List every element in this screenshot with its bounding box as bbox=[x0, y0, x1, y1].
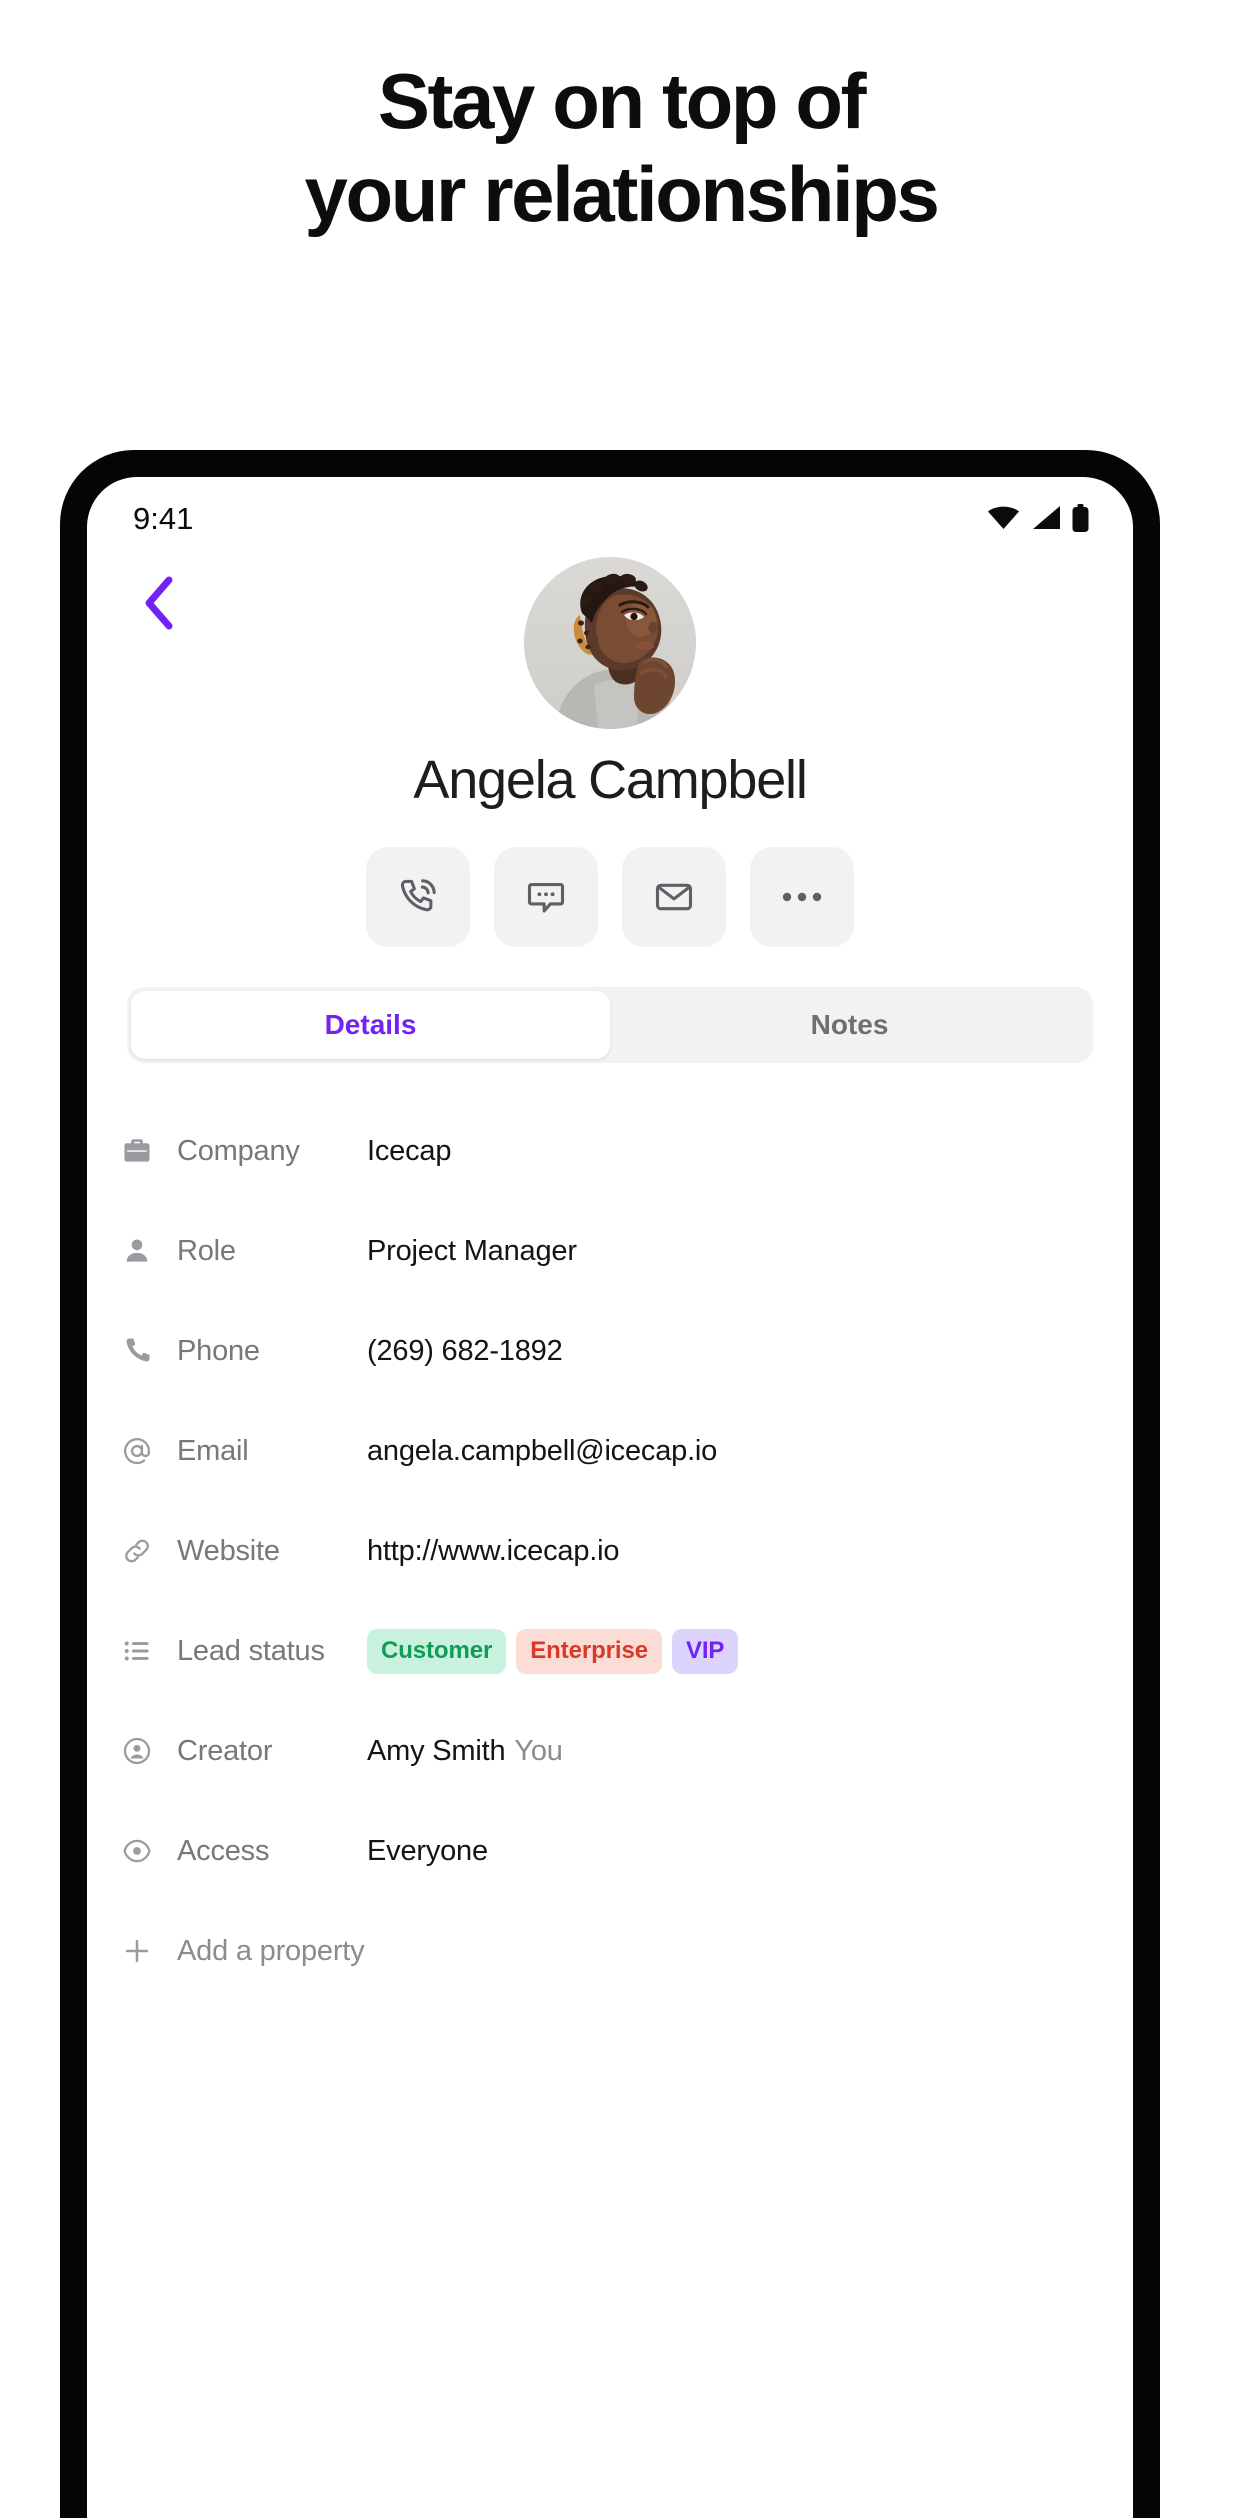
details-list: Company Icecap Role Project Manager Phon… bbox=[87, 1101, 1133, 2001]
tab-notes[interactable]: Notes bbox=[610, 991, 1089, 1059]
lead-status-chips: Customer Enterprise VIP bbox=[367, 1628, 739, 1674]
status-badge[interactable]: VIP bbox=[671, 1628, 739, 1674]
action-buttons bbox=[87, 847, 1133, 947]
message-button[interactable] bbox=[494, 847, 598, 947]
table-row[interactable]: Lead status Customer Enterprise VIP bbox=[87, 1601, 1133, 1701]
page-title: Stay on top of your relationships bbox=[0, 62, 1242, 233]
row-value: Amy Smith You bbox=[367, 1735, 563, 1768]
add-property-button[interactable]: Add a property bbox=[87, 1901, 1133, 2001]
row-value: Everyone bbox=[367, 1834, 488, 1867]
phone-call-icon bbox=[396, 875, 440, 919]
battery-icon bbox=[1072, 503, 1089, 537]
tab-bar: Details Notes bbox=[127, 987, 1093, 1063]
cellular-signal-icon bbox=[1031, 505, 1061, 535]
headline-line-2: your relationships bbox=[304, 150, 940, 238]
plus-icon bbox=[121, 1935, 165, 1967]
row-label: Phone bbox=[177, 1334, 260, 1367]
row-label: Access bbox=[177, 1834, 270, 1867]
row-value: Project Manager bbox=[367, 1234, 577, 1267]
wifi-icon bbox=[987, 505, 1020, 535]
row-label: Website bbox=[177, 1534, 280, 1567]
status-bar-time: 9:41 bbox=[133, 501, 194, 536]
app-store-screenshot: Stay on top of your relationships 9:41 A… bbox=[0, 0, 1242, 2518]
creator-name: Amy Smith bbox=[367, 1734, 506, 1767]
phone-icon bbox=[121, 1335, 165, 1367]
envelope-icon bbox=[652, 875, 696, 919]
add-property-label: Add a property bbox=[177, 1934, 365, 1967]
row-value: angela.campbell@icecap.io bbox=[367, 1434, 718, 1467]
contact-name: Angela Campbell bbox=[413, 750, 807, 810]
table-row[interactable]: Phone (269) 682-1892 bbox=[87, 1301, 1133, 1401]
tab-details[interactable]: Details bbox=[131, 991, 610, 1059]
chevron-left-icon bbox=[142, 576, 176, 635]
person-icon bbox=[121, 1235, 165, 1267]
list-icon bbox=[121, 1635, 165, 1667]
table-row[interactable]: Role Project Manager bbox=[87, 1201, 1133, 1301]
status-badge[interactable]: Enterprise bbox=[516, 1628, 662, 1674]
row-label: Creator bbox=[177, 1734, 273, 1767]
phone-screen: 9:41 Angela Campbell Details Notes Compa… bbox=[87, 477, 1133, 2518]
ellipsis-icon bbox=[780, 890, 824, 904]
link-icon bbox=[121, 1535, 165, 1567]
status-badge[interactable]: Customer bbox=[367, 1628, 507, 1674]
row-value: (269) 682-1892 bbox=[367, 1334, 563, 1367]
eye-icon bbox=[121, 1835, 165, 1867]
row-label: Company bbox=[177, 1134, 300, 1167]
user-circle-icon bbox=[121, 1735, 165, 1767]
email-button[interactable] bbox=[622, 847, 726, 947]
briefcase-icon bbox=[121, 1135, 165, 1167]
row-value: Icecap bbox=[367, 1134, 452, 1167]
table-row[interactable]: Email angela.campbell@icecap.io bbox=[87, 1401, 1133, 1501]
call-button[interactable] bbox=[366, 847, 470, 947]
row-value: http://www.icecap.io bbox=[367, 1534, 620, 1567]
message-bubble-icon bbox=[524, 875, 568, 919]
table-row[interactable]: Company Icecap bbox=[87, 1101, 1133, 1201]
table-row[interactable]: Website http://www.icecap.io bbox=[87, 1501, 1133, 1601]
headline-line-1: Stay on top of bbox=[377, 57, 867, 145]
status-bar: 9:41 bbox=[87, 477, 1133, 555]
at-sign-icon bbox=[121, 1435, 165, 1467]
avatar[interactable] bbox=[524, 557, 696, 729]
status-bar-icons bbox=[987, 496, 1089, 537]
row-label: Email bbox=[177, 1434, 249, 1467]
phone-mockup: 9:41 Angela Campbell Details Notes Compa… bbox=[60, 450, 1160, 2518]
creator-you-label: You bbox=[514, 1734, 563, 1767]
table-row[interactable]: Access Everyone bbox=[87, 1801, 1133, 1901]
row-label: Lead status bbox=[177, 1634, 325, 1667]
table-row[interactable]: Creator Amy Smith You bbox=[87, 1701, 1133, 1801]
more-button[interactable] bbox=[750, 847, 854, 947]
row-label: Role bbox=[177, 1234, 236, 1267]
back-button[interactable] bbox=[127, 573, 191, 637]
